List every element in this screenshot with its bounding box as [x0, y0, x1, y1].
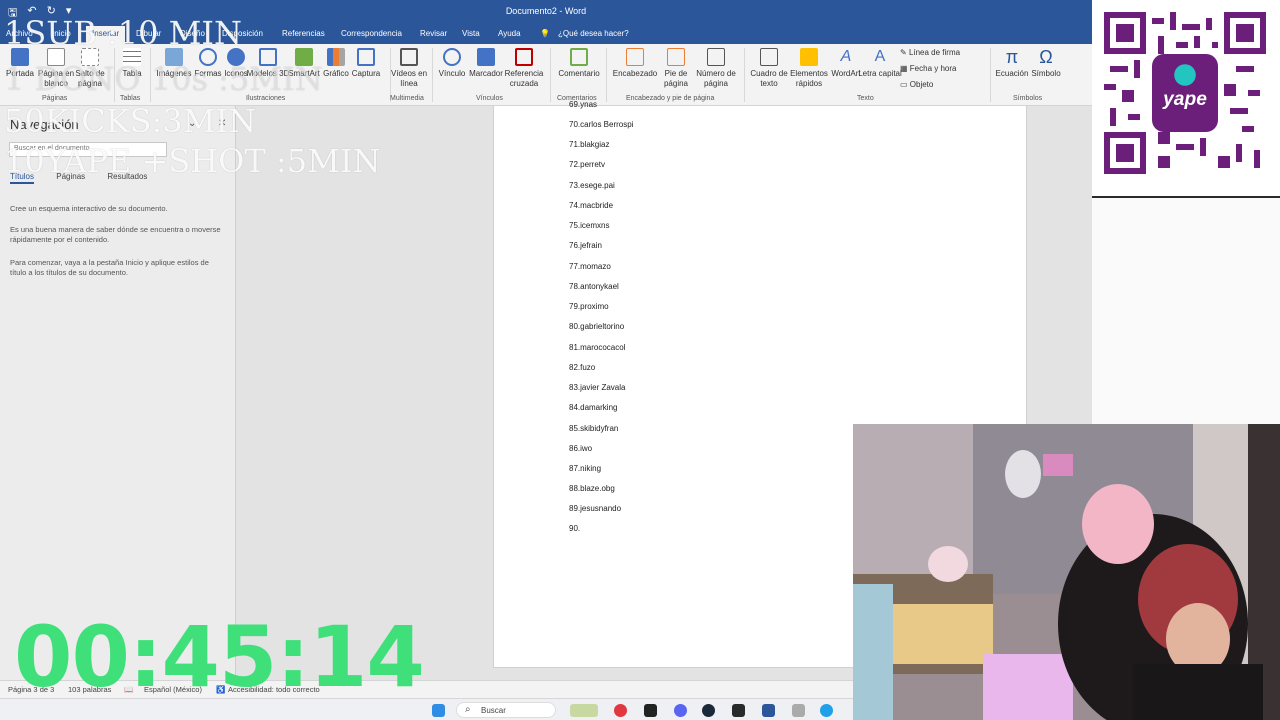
footer-icon	[667, 48, 685, 66]
document-line: 81.marococacol	[569, 343, 626, 352]
comment-button[interactable]: Comentario	[555, 48, 603, 79]
object-icon: ▭	[900, 80, 910, 89]
document-line: 73.esege.pai	[569, 181, 615, 190]
lightbulb-icon: 💡	[540, 29, 550, 38]
signature-icon: ✎	[900, 48, 909, 57]
group-label-encabezado: Encabezado y pie de página	[626, 95, 715, 102]
tab-ayuda[interactable]: Ayuda	[498, 29, 521, 38]
overlay-rule-yape: 10YAPE +SHOT :5MIN	[4, 142, 381, 180]
epic-games-icon[interactable]	[732, 704, 745, 717]
document-line: 74.macbride	[569, 201, 614, 210]
quick-parts-icon	[800, 48, 818, 66]
document-line: 77.momazo	[569, 262, 611, 271]
screenshot-button[interactable]: Captura	[342, 48, 390, 79]
nav-help-text: Cree un esquema interactivo de su docume…	[10, 204, 168, 213]
qr-code: yape	[1104, 12, 1266, 174]
webcam-feed	[853, 424, 1280, 720]
screen: 🖫 ↶ ↻ ▾ Documento2 - Word Archivo Inicio…	[0, 0, 1280, 720]
document-line: 83.javier Zavala	[569, 383, 626, 392]
document-line: 85.skibidyfran	[569, 424, 619, 433]
windows-start-icon[interactable]	[432, 704, 445, 717]
group-label-vinculos: Vínculos	[476, 95, 503, 102]
document-line: 75.icemxns	[569, 221, 610, 230]
opera-icon[interactable]	[614, 704, 627, 717]
tab-vista[interactable]: Vista	[462, 29, 480, 38]
video-icon	[400, 48, 418, 66]
taskbar-search[interactable]: ⌕ Buscar	[456, 702, 556, 718]
online-video-button[interactable]: Vídeos en línea	[385, 48, 433, 89]
wordart-icon: A	[840, 48, 852, 65]
symbol-button[interactable]: Ω Símbolo	[1022, 48, 1070, 79]
document-line: 79.proximo	[569, 302, 609, 311]
document-line: 69.ynas	[569, 100, 598, 109]
object-button[interactable]: ▭ Objeto	[900, 80, 933, 89]
document-line: 72.perretv	[569, 160, 606, 169]
screenshot-icon	[357, 48, 375, 66]
app-icon[interactable]	[792, 704, 805, 717]
webcam-image	[853, 424, 1280, 720]
yape-logo-icon	[1174, 64, 1196, 86]
document-line: 88.blaze.obg	[569, 484, 615, 493]
discord-icon[interactable]	[674, 704, 687, 717]
tab-referencias[interactable]: Referencias	[282, 29, 325, 38]
tab-correspondencia[interactable]: Correspondencia	[341, 29, 402, 38]
nav-help-text: Para comenzar, vaya a la pestaña Inicio …	[10, 258, 209, 277]
overlay-rule-kicks: 50KICKS:3MIN	[4, 102, 257, 140]
app-icon[interactable]	[644, 704, 657, 717]
document-line: 86.iwo	[569, 444, 593, 453]
widgets-icon[interactable]	[570, 704, 598, 717]
overlay-rule-sub: 1SUB :10 MIN	[4, 14, 243, 52]
signature-line-button[interactable]: ✎ Línea de firma	[900, 48, 960, 57]
nav-help-text: Es una buena manera de saber dónde se en…	[10, 225, 221, 244]
page-number-button[interactable]: Número de página	[692, 48, 740, 89]
cross-reference-icon	[515, 48, 533, 66]
yape-qr-panel: yape	[1092, 0, 1280, 198]
group-label-texto: Texto	[857, 95, 874, 102]
tell-me-search[interactable]: ¿Qué desea hacer?	[558, 29, 629, 38]
word-icon[interactable]	[762, 704, 775, 717]
countdown-timer: 00:45:14	[14, 608, 425, 706]
document-line: 89.jesusnando	[569, 504, 622, 513]
edge-icon[interactable]	[820, 704, 833, 717]
document-line: 78.antonykael	[569, 282, 619, 291]
separator	[606, 48, 607, 102]
link-icon	[443, 48, 461, 66]
separator	[550, 48, 551, 102]
page-number-icon	[707, 48, 725, 66]
header-icon	[626, 48, 644, 66]
omega-icon: Ω	[1039, 47, 1053, 67]
overlay-rule-dono: 1 DONO 10s :5MIN	[4, 60, 323, 98]
group-label-simbolos: Símbolos	[1013, 95, 1043, 102]
document-line: 76.jefrain	[569, 241, 602, 250]
svg-text:yape: yape	[1162, 89, 1207, 110]
date-time-button[interactable]: ▦ Fecha y hora	[900, 64, 956, 73]
document-line: 87.niking	[569, 464, 602, 473]
steam-icon[interactable]	[702, 704, 715, 717]
document-line: 80.gabrieltorino	[569, 322, 625, 331]
text-box-icon	[760, 48, 778, 66]
document-line: 82.fuzo	[569, 363, 596, 372]
document-line: 71.blakgiaz	[569, 140, 610, 149]
cross-reference-button[interactable]: Referencia cruzada	[500, 48, 548, 89]
comment-icon	[570, 48, 588, 66]
navigation-pane: Navegación ⌄ ✕ Buscar en el documento Tí…	[0, 106, 236, 680]
search-icon: ⌕	[465, 704, 471, 715]
group-label-multimedia: Multimedia	[390, 95, 424, 102]
drop-cap-icon: A	[874, 48, 886, 65]
pi-icon: π	[1005, 47, 1019, 67]
document-line: 70.carlos Berrospi	[569, 120, 634, 129]
document-line: 84.damarking	[569, 403, 618, 412]
bookmark-icon	[477, 48, 495, 66]
drop-cap-button[interactable]: A Letra capital	[856, 48, 904, 79]
document-line: 90.	[569, 524, 581, 533]
calendar-icon: ▦	[900, 64, 910, 73]
tab-revisar[interactable]: Revisar	[420, 29, 447, 38]
background-strip	[1092, 198, 1280, 424]
